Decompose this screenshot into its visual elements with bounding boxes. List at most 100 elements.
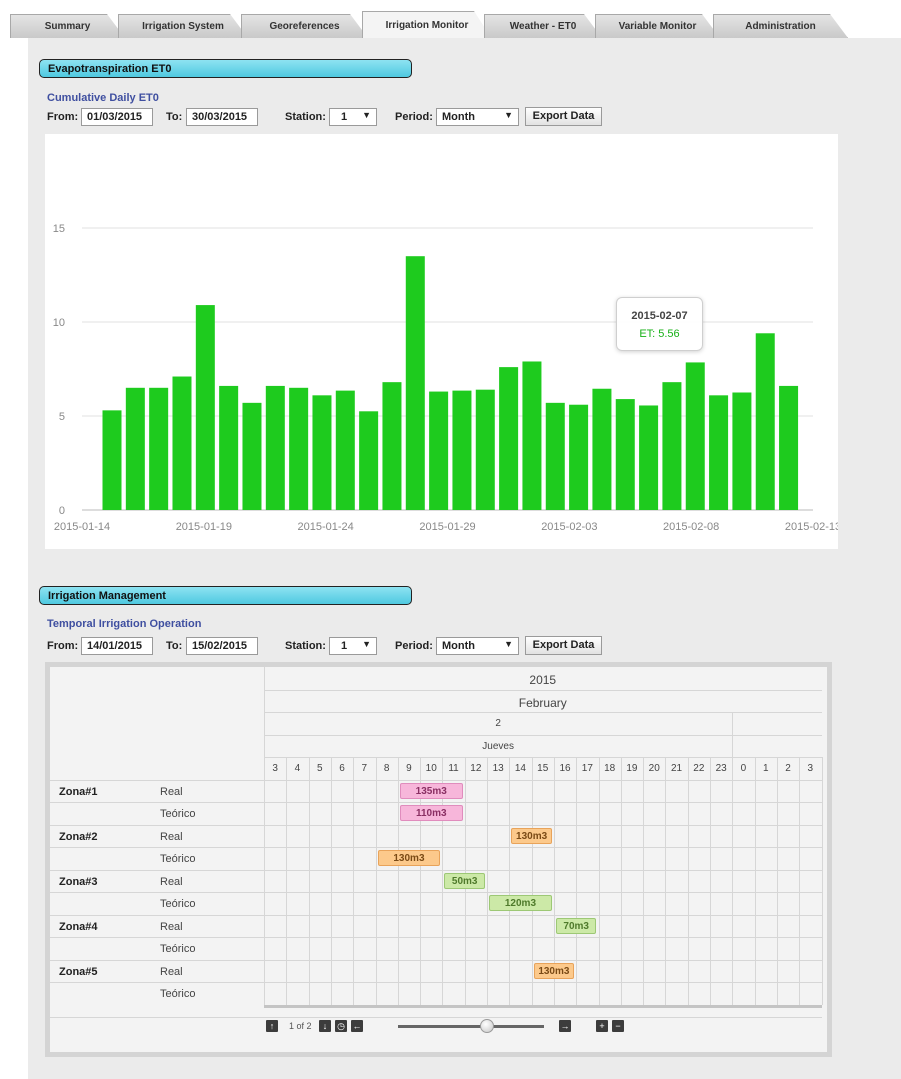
grid-line (264, 689, 822, 691)
tab-summary[interactable]: Summary (10, 14, 125, 38)
grid-line (732, 712, 734, 757)
zoom-slider-track[interactable] (398, 1025, 544, 1028)
grid-line (264, 734, 822, 736)
irr-from-date-input[interactable]: 14/01/2015 (81, 637, 153, 655)
grid-line (375, 757, 377, 1005)
hour-label: 21 (670, 763, 683, 774)
zoom-slider-knob[interactable] (480, 1019, 494, 1033)
tab-variable-monitor[interactable]: Variable Monitor (595, 14, 720, 38)
chart-bar (522, 361, 542, 510)
grid-line (353, 757, 355, 1005)
irrigation-bar[interactable]: 120m3 (489, 895, 552, 911)
chart-bar (429, 391, 449, 510)
x-tick-label: 2015-01-24 (298, 521, 354, 533)
irrigation-bar[interactable]: 110m3 (399, 805, 463, 821)
grid-line (509, 757, 511, 1005)
grid-line (308, 757, 310, 1005)
chart-bar (125, 387, 145, 510)
arrow-left-icon[interactable]: ← (351, 1020, 363, 1032)
hour-label: 0 (740, 763, 747, 774)
gantt-year: 2015 (529, 673, 557, 687)
grid-line (286, 757, 288, 1005)
x-tick-label: 2015-02-13 (785, 521, 838, 533)
zone-label: Zona#2 (59, 830, 98, 843)
grid-line (799, 757, 801, 1005)
grid-line (754, 757, 756, 1005)
zoom-out-icon[interactable]: − (612, 1020, 624, 1032)
tab-bar: Summary Irrigation System Georeferences … (0, 0, 901, 40)
hour-label: 20 (648, 763, 660, 774)
irrigation-bar[interactable]: 50m3 (444, 872, 485, 889)
chart-bar (709, 395, 729, 510)
x-tick-label: 2015-01-14 (54, 521, 110, 533)
row-type-label: Teórico (160, 898, 196, 910)
clock-icon[interactable]: ◷ (335, 1020, 347, 1032)
irr-export-data-button[interactable]: Export Data (525, 636, 602, 655)
irr-station-select[interactable]: 1 ▼ (329, 637, 377, 655)
irrigation-bar[interactable]: 135m3 (399, 782, 463, 799)
grid-line (598, 757, 600, 1005)
tooltip-date: 2015-02-07 (631, 310, 688, 322)
irr-to-date-input[interactable]: 15/02/2015 (186, 637, 258, 655)
chart-bar (592, 388, 612, 510)
et-to-date-input[interactable]: 30/03/2015 (186, 108, 258, 126)
hour-label: 14 (514, 763, 526, 774)
grid-line (531, 757, 533, 1005)
grid-line (710, 757, 711, 1005)
chart-bar (242, 402, 262, 510)
arrow-right-icon[interactable]: → (559, 1020, 571, 1032)
et-period-label: Period: (395, 111, 433, 123)
row-line (50, 959, 822, 961)
tab-irrigation-monitor[interactable]: Irrigation Monitor (362, 11, 492, 39)
irrigation-bar[interactable]: 130m3 (511, 827, 552, 844)
chart-bar (662, 382, 682, 510)
chart-bar (499, 367, 519, 510)
et-from-label: From: (47, 111, 79, 123)
chart-bar (405, 256, 425, 510)
row-line (50, 824, 822, 826)
et-period-select[interactable]: Month ▼ (436, 108, 519, 126)
x-tick-label: 2015-01-29 (419, 521, 475, 533)
arrow-down-icon[interactable]: ↓ (319, 1020, 331, 1032)
grid-line (776, 757, 778, 1005)
tab-georeferences[interactable]: Georeferences (241, 14, 368, 38)
et-station-label: Station: (285, 111, 326, 123)
chart-bar (475, 389, 495, 510)
et-station-select[interactable]: 1 ▼ (329, 108, 377, 126)
chart-bar (219, 385, 239, 510)
chart-bar (149, 387, 169, 510)
irr-period-select[interactable]: Month ▼ (436, 637, 519, 655)
chart-bar (335, 390, 355, 510)
grid-line (732, 757, 734, 1005)
grid-line (576, 757, 578, 1005)
et-from-date-input[interactable]: 01/03/2015 (81, 108, 153, 126)
pager-text: 1 of 2 (289, 1021, 312, 1031)
x-tick-label: 2015-01-19 (176, 521, 232, 533)
et-export-data-button[interactable]: Export Data (525, 107, 602, 126)
irrigation-bar[interactable]: 70m3 (555, 917, 597, 934)
chart-bar (172, 376, 192, 510)
arrow-up-icon[interactable]: ↑ (266, 1020, 278, 1032)
hour-label: 4 (294, 763, 301, 774)
hour-label: 18 (604, 763, 616, 774)
zone-label: Zona#4 (59, 920, 98, 933)
et-station-value: 1 (341, 111, 348, 123)
row-line (50, 869, 822, 871)
et-period-value: Month (442, 111, 475, 123)
tab-weather-et0[interactable]: Weather - ET0 (484, 14, 602, 38)
zone-label: Zona#5 (59, 965, 98, 978)
tab-administration[interactable]: Administration (713, 14, 848, 38)
irrigation-bar[interactable]: 130m3 (533, 962, 575, 979)
hour-label: 1 (762, 763, 769, 774)
chevron-down-icon: ▼ (504, 639, 513, 649)
irrigation-bar[interactable]: 130m3 (377, 850, 441, 866)
hour-label: 2 (785, 763, 791, 774)
zone-label: Zona#1 (59, 785, 98, 798)
zoom-in-icon[interactable]: + (596, 1020, 608, 1032)
hour-label: 17 (581, 763, 593, 774)
hour-label: 15 (537, 763, 549, 774)
grid-line (620, 757, 622, 1005)
gantt-month: February (518, 695, 567, 710)
tab-irrigation-system[interactable]: Irrigation System (118, 14, 248, 38)
chevron-down-icon: ▼ (504, 110, 513, 120)
